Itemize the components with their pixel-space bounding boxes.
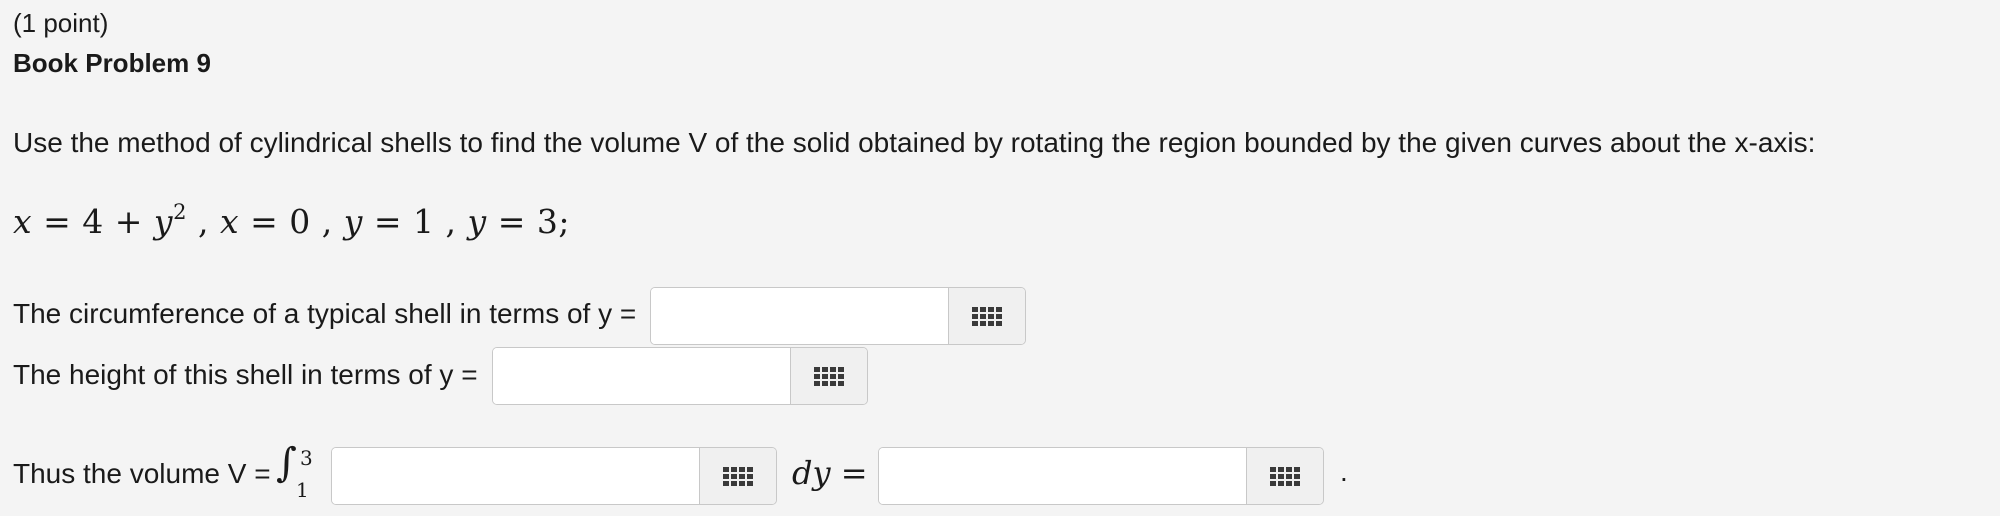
eq-var-y1: y: [153, 202, 174, 241]
height-answer-box: [492, 347, 868, 405]
volume-answer-box: [878, 447, 1324, 505]
eq-one: 1: [413, 202, 435, 241]
eq-equals-2: =: [250, 202, 279, 241]
eq-equals-4: =: [497, 202, 526, 241]
curve-equations: x = 4 + y2 , x = 0 , y = 1 , y = 3;: [13, 200, 570, 242]
differential-dy: dy =: [792, 454, 868, 492]
eq-equals-3: =: [373, 202, 403, 241]
dy-text: dy: [792, 454, 831, 492]
eq-var-y2: y: [343, 202, 363, 241]
integral-symbol: ∫: [276, 440, 297, 486]
height-input[interactable]: [493, 348, 790, 404]
integrand-answer-box: [331, 447, 777, 505]
eq-semicolon: ;: [558, 202, 570, 241]
eq-three: 3: [536, 202, 559, 241]
circumference-answer-box: [650, 287, 1026, 345]
integral-upper-limit: 3: [300, 446, 313, 470]
integral-lower-limit: 1: [296, 478, 309, 502]
eq-comma-2: ,: [321, 202, 333, 241]
trailing-period: .: [1340, 456, 1348, 487]
eq-var-y3: y: [467, 202, 487, 241]
integrand-input[interactable]: [332, 448, 699, 504]
circumference-input[interactable]: [651, 288, 948, 344]
problem-instruction: Use the method of cylindrical shells to …: [13, 127, 1816, 158]
height-label: The height of this shell in terms of y =: [13, 359, 478, 390]
eq-var-x1: x: [13, 202, 33, 241]
grid-icon: [1270, 466, 1300, 486]
eq-exponent: 2: [173, 200, 187, 224]
circumference-equation-palette-button[interactable]: [948, 288, 1025, 344]
eq-equals-1: =: [43, 202, 72, 241]
circumference-label: The circumference of a typical shell in …: [13, 298, 637, 329]
grid-icon: [723, 466, 753, 486]
eq-comma-1: ,: [197, 202, 209, 241]
eq-comma-3: ,: [445, 202, 457, 241]
volume-label: Thus the volume V =: [13, 458, 271, 489]
integrand-equation-palette-button[interactable]: [699, 448, 776, 504]
height-equation-palette-button[interactable]: [790, 348, 867, 404]
grid-icon: [814, 366, 844, 386]
problem-title: Book Problem 9: [13, 48, 211, 78]
volume-equation-palette-button[interactable]: [1246, 448, 1323, 504]
dy-equals: =: [840, 454, 868, 492]
grid-icon: [972, 306, 1002, 326]
eq-zero: 0: [289, 202, 311, 241]
eq-four-plus: 4 +: [82, 202, 143, 241]
problem-points: (1 point): [13, 8, 109, 38]
eq-var-x2: x: [219, 202, 240, 241]
volume-input[interactable]: [879, 448, 1246, 504]
